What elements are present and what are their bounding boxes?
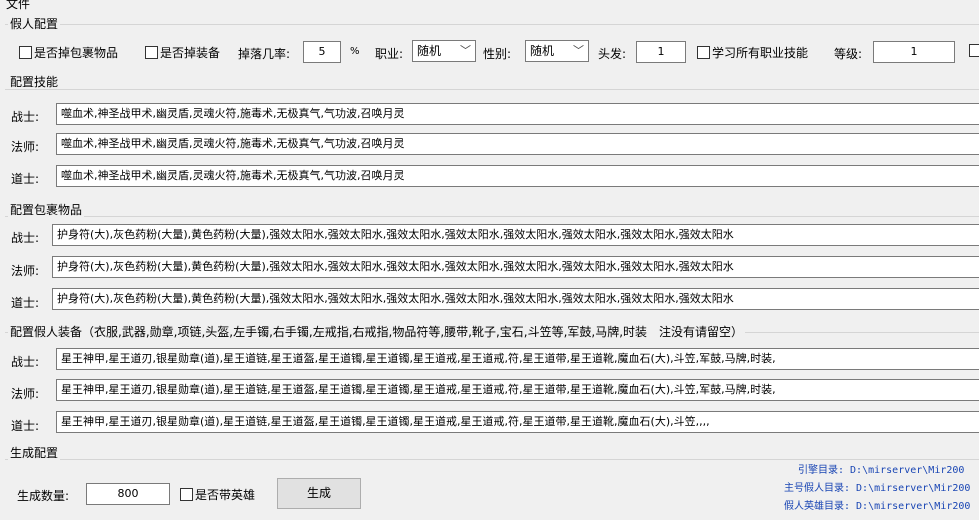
bag-taoist-input[interactable]: 护身符(大),灰色药粉(大量),黄色药粉(大量),强效太阳水,强效太阳水,强效太…: [52, 288, 979, 310]
level-input[interactable]: 1: [873, 41, 955, 63]
hair-input[interactable]: 1: [636, 41, 686, 63]
chevron-down-icon: ﹀: [460, 44, 471, 57]
bot-config-title: 假人配置: [8, 17, 61, 31]
checkbox-icon: [697, 46, 710, 59]
equip-title: 配置假人装备（衣服,武器,勋章,项链,头盔,左手镯,右手镯,左戒指,右戒指,物品…: [8, 325, 746, 339]
chevron-down-icon: ﹀: [573, 44, 584, 57]
engine-dir-text: 引擎目录: D:\mirserver\Mir200: [798, 465, 965, 476]
drop-bag-label: 是否掉包裹物品: [34, 46, 119, 60]
bag-mage-input[interactable]: 护身符(大),灰色药粉(大量),黄色药粉(大量),强效太阳水,强效太阳水,强效太…: [52, 256, 979, 278]
gender-select[interactable]: 随机 ﹀: [525, 40, 589, 62]
drop-equip-label: 是否掉装备: [160, 46, 221, 60]
skills-mage-input[interactable]: 噬血术,神圣战甲术,幽灵盾,灵魂火符,施毒术,无极真气,气功波,召唤月灵: [56, 133, 979, 155]
bag-warrior-label: 战士:: [11, 231, 40, 245]
section-divider: [5, 89, 979, 90]
main-bot-dir-text: 主号假人目录: D:\mirserver\Mir200: [784, 483, 971, 494]
bag-taoist-label: 道士:: [11, 296, 40, 310]
job-label: 职业:: [375, 47, 404, 61]
bag-warrior-input[interactable]: 护身符(大),灰色药粉(大量),黄色药粉(大量),强效太阳水,强效太阳水,强效太…: [52, 224, 979, 246]
section-divider: [5, 24, 979, 25]
drop-rate-label: 掉落几率:: [238, 47, 291, 61]
generate-title: 生成配置: [8, 446, 61, 460]
skills-warrior-label: 战士:: [11, 110, 40, 124]
equip-warrior-input[interactable]: 星王神甲,星王道刃,银星勋章(道),星王道链,星王道盔,星王道镯,星王道镯,星王…: [56, 348, 979, 370]
equip-taoist-label: 道士:: [11, 419, 40, 433]
hero-bot-dir-text: 假人英雄目录: D:\mirserver\Mir200: [784, 501, 971, 512]
bag-title: 配置包裹物品: [8, 203, 85, 217]
checkbox-icon: [19, 46, 32, 59]
skills-mage-label: 法师:: [11, 140, 40, 154]
job-select-value: 随机: [417, 44, 442, 58]
percent-sign: %: [350, 46, 360, 57]
drop-rate-input[interactable]: 5: [303, 41, 341, 63]
learn-all-label: 学习所有职业技能: [712, 46, 809, 60]
count-label: 生成数量:: [17, 489, 70, 503]
checkbox-icon: [145, 46, 158, 59]
menu-file[interactable]: 文件: [6, 0, 30, 12]
drop-bag-checkbox[interactable]: 是否掉包裹物品: [19, 44, 118, 61]
skills-taoist-label: 道士:: [11, 172, 40, 186]
checkbox-icon: [180, 488, 193, 501]
count-input[interactable]: 800: [86, 483, 170, 505]
job-select[interactable]: 随机 ﹀: [412, 40, 476, 62]
equip-taoist-input[interactable]: 星王神甲,星王道刃,银星勋章(道),星王道链,星王道盔,星王道镯,星王道镯,星王…: [56, 411, 979, 433]
skills-taoist-input[interactable]: 噬血术,神圣战甲术,幽灵盾,灵魂火符,施毒术,无极真气,气功波,召唤月灵: [56, 165, 979, 187]
drop-equip-checkbox[interactable]: 是否掉装备: [145, 44, 220, 61]
with-hero-label: 是否带英雄: [195, 488, 256, 502]
section-divider: [5, 459, 979, 460]
with-hero-checkbox[interactable]: 是否带英雄: [180, 486, 255, 503]
skills-warrior-input[interactable]: 噬血术,神圣战甲术,幽灵盾,灵魂火符,施毒术,无极真气,气功波,召唤月灵: [56, 103, 979, 125]
gender-label: 性别:: [483, 47, 512, 61]
hair-label: 头发:: [598, 47, 627, 61]
extra-checkbox[interactable]: [969, 44, 979, 58]
skills-title: 配置技能: [8, 75, 61, 89]
equip-mage-input[interactable]: 星王神甲,星王道刃,银星勋章(道),星王道链,星王道盔,星王道镯,星王道镯,星王…: [56, 379, 979, 401]
equip-mage-label: 法师:: [11, 387, 40, 401]
section-divider: [5, 216, 979, 217]
checkbox-icon: [969, 44, 979, 57]
bag-mage-label: 法师:: [11, 264, 40, 278]
level-label: 等级:: [834, 47, 863, 61]
equip-warrior-label: 战士:: [11, 355, 40, 369]
gender-select-value: 随机: [530, 44, 555, 58]
learn-all-checkbox[interactable]: 学习所有职业技能: [697, 44, 808, 61]
generate-button[interactable]: 生成: [277, 478, 361, 509]
